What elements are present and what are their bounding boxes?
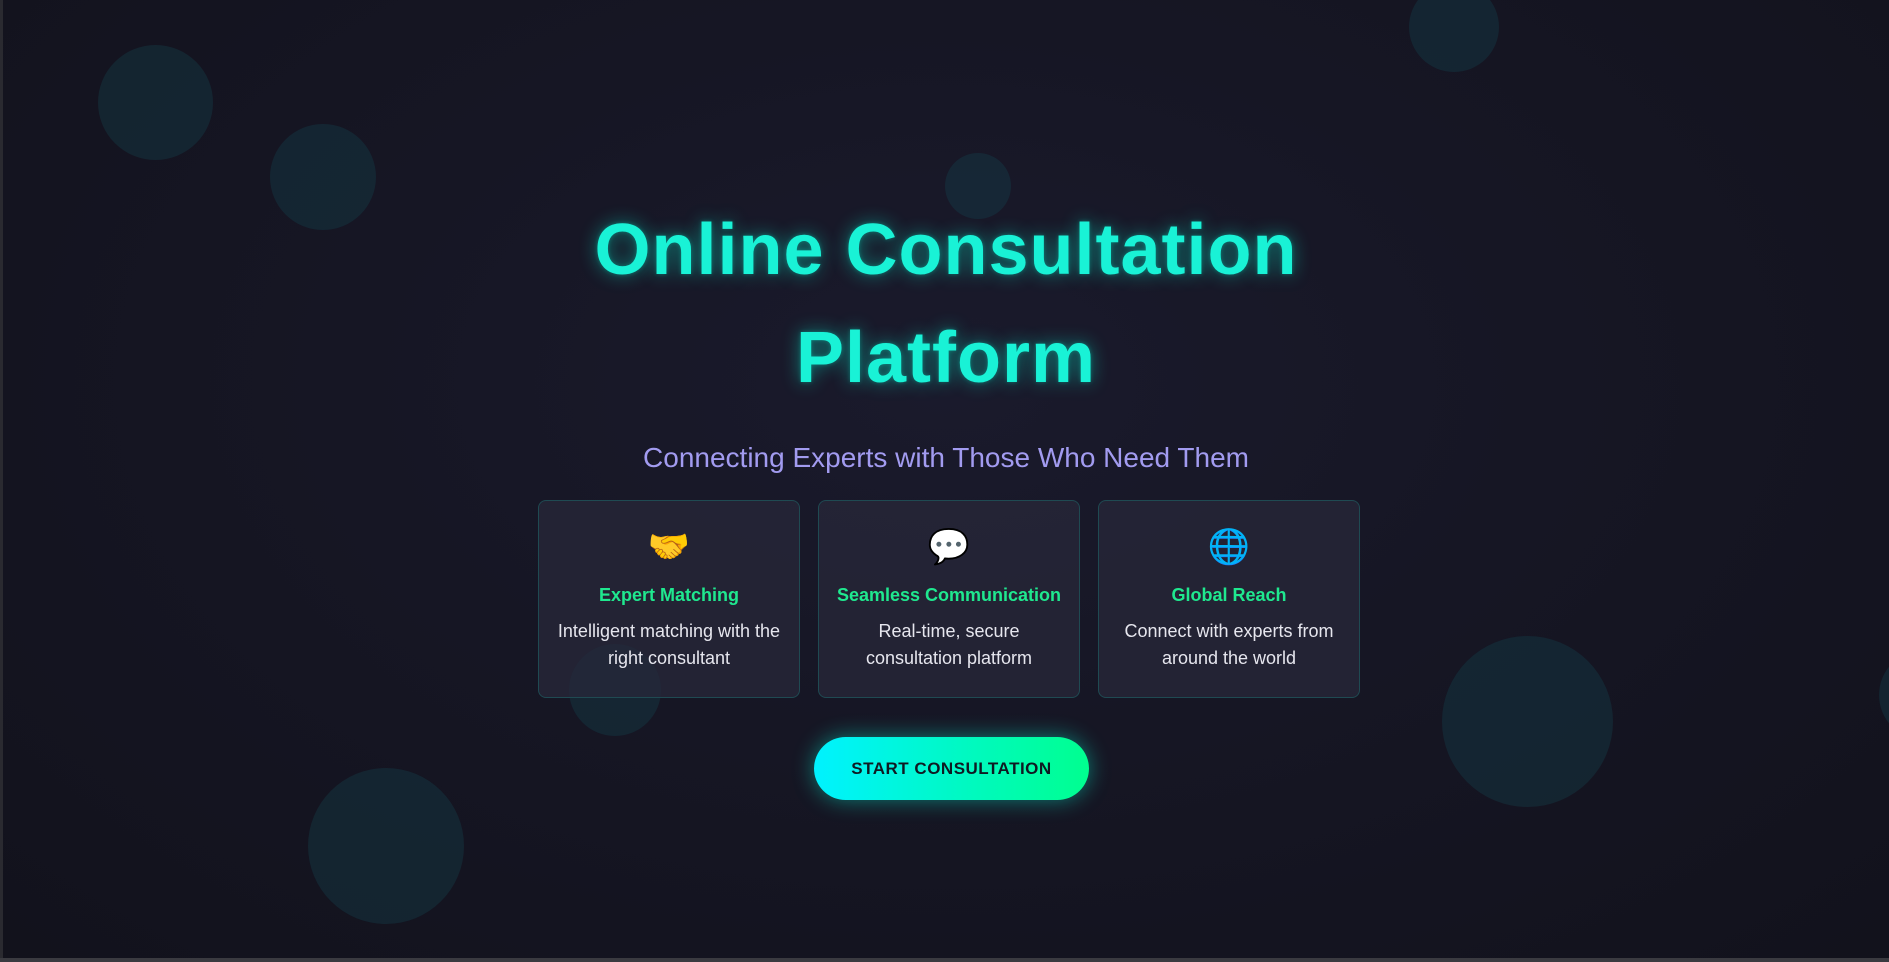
decorative-bubble: [308, 768, 464, 924]
feature-card-expert-matching: 🤝 Expert Matching Intelligent matching w…: [538, 500, 800, 698]
feature-title: Seamless Communication: [836, 585, 1062, 605]
page-subtitle: Connecting Experts with Those Who Need T…: [643, 442, 1249, 473]
globe-icon: 🌐: [1207, 528, 1251, 566]
feature-description: Connect with experts from around the wor…: [1124, 621, 1334, 668]
start-consultation-button[interactable]: START CONSULTATION: [814, 737, 1089, 800]
decorative-bubble: [1409, 0, 1499, 72]
speech-bubble-icon: 💬: [927, 528, 971, 566]
window-bottom-border: [0, 958, 1889, 962]
hero-section: Online Consultation Platform Connecting …: [3, 196, 1889, 474]
page-viewport: Online Consultation Platform Connecting …: [3, 0, 1889, 958]
feature-description: Real-time, secure consultation platform: [865, 621, 1033, 668]
feature-card-global-reach: 🌐 Global Reach Connect with experts from…: [1098, 500, 1360, 698]
decorative-bubble: [1879, 650, 1889, 740]
feature-cards: 🤝 Expert Matching Intelligent matching w…: [538, 500, 1360, 698]
feature-description: Intelligent matching with the right cons…: [557, 621, 781, 668]
decorative-bubble: [98, 45, 213, 160]
feature-title: Expert Matching: [598, 585, 740, 605]
page-title: Online Consultation Platform: [594, 210, 1298, 398]
decorative-bubble: [1442, 636, 1613, 807]
feature-title: Global Reach: [1171, 585, 1287, 605]
feature-card-seamless-communication: 💬 Seamless Communication Real-time, secu…: [818, 500, 1080, 698]
handshake-icon: 🤝: [647, 528, 691, 566]
